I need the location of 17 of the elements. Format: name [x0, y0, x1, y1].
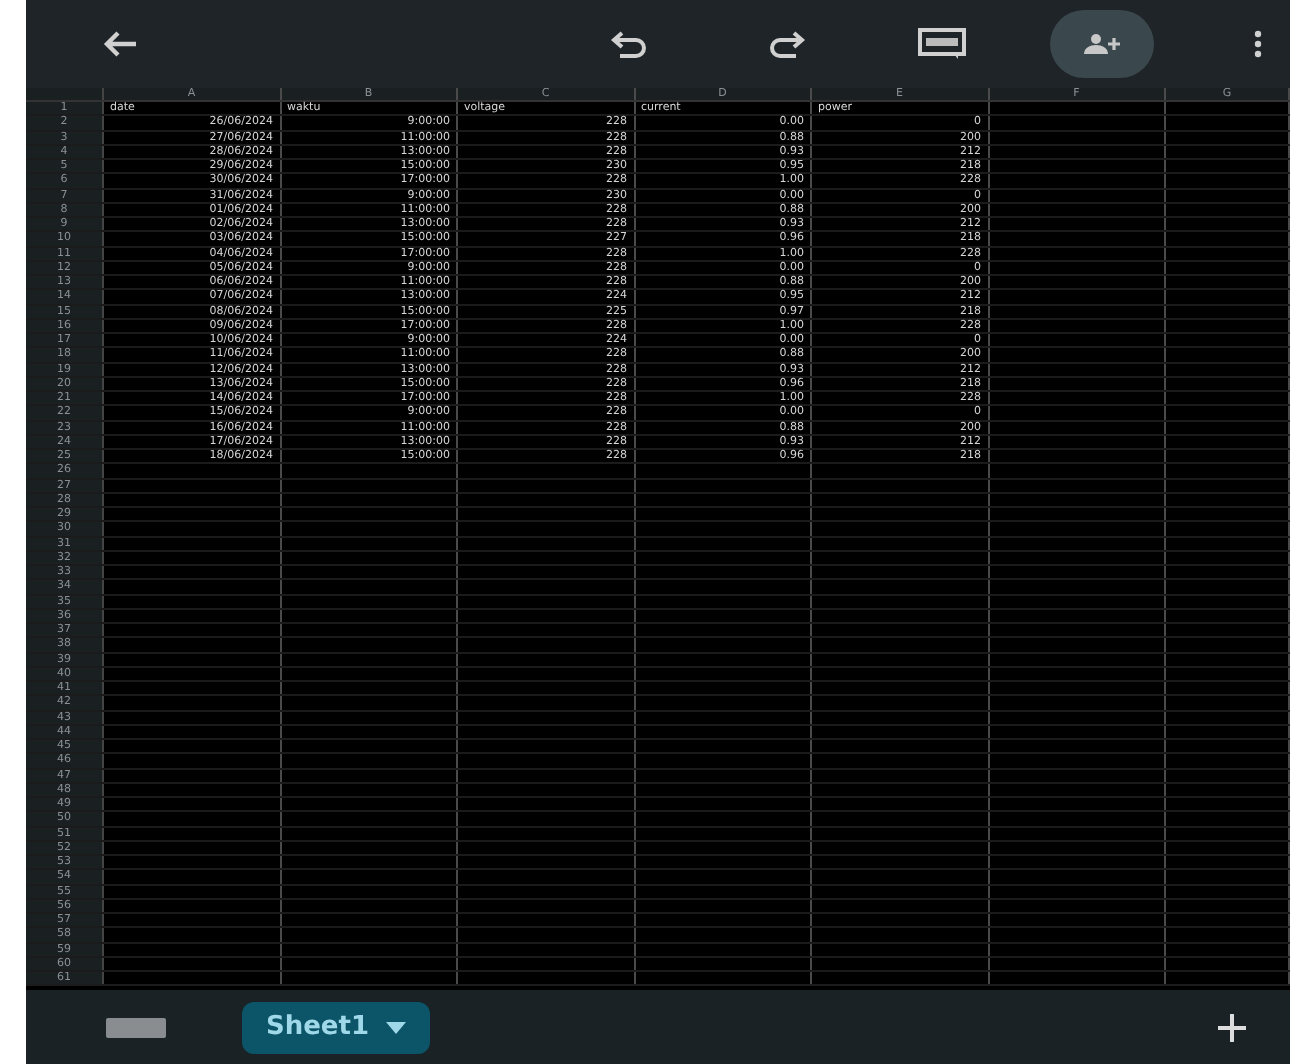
undo-icon [610, 30, 650, 58]
back-arrow-icon [102, 30, 138, 58]
comment-button[interactable] [918, 28, 966, 60]
plus-icon [1214, 1009, 1250, 1045]
undo-button[interactable] [610, 30, 650, 58]
back-button[interactable] [102, 30, 138, 58]
more-menu-button[interactable] [1254, 30, 1262, 58]
redo-button[interactable] [766, 30, 806, 58]
caret-icon [385, 1021, 406, 1033]
add-person-icon [1082, 32, 1122, 56]
kebab-menu-icon [1254, 30, 1262, 58]
sheet-list-button[interactable] [106, 1017, 166, 1037]
sheet-tab[interactable]: Sheet1 [242, 1001, 430, 1053]
comment-icon [918, 28, 966, 60]
add-sheet-button[interactable] [1214, 1009, 1250, 1045]
share-button[interactable] [1050, 10, 1154, 78]
redo-icon [766, 30, 806, 58]
